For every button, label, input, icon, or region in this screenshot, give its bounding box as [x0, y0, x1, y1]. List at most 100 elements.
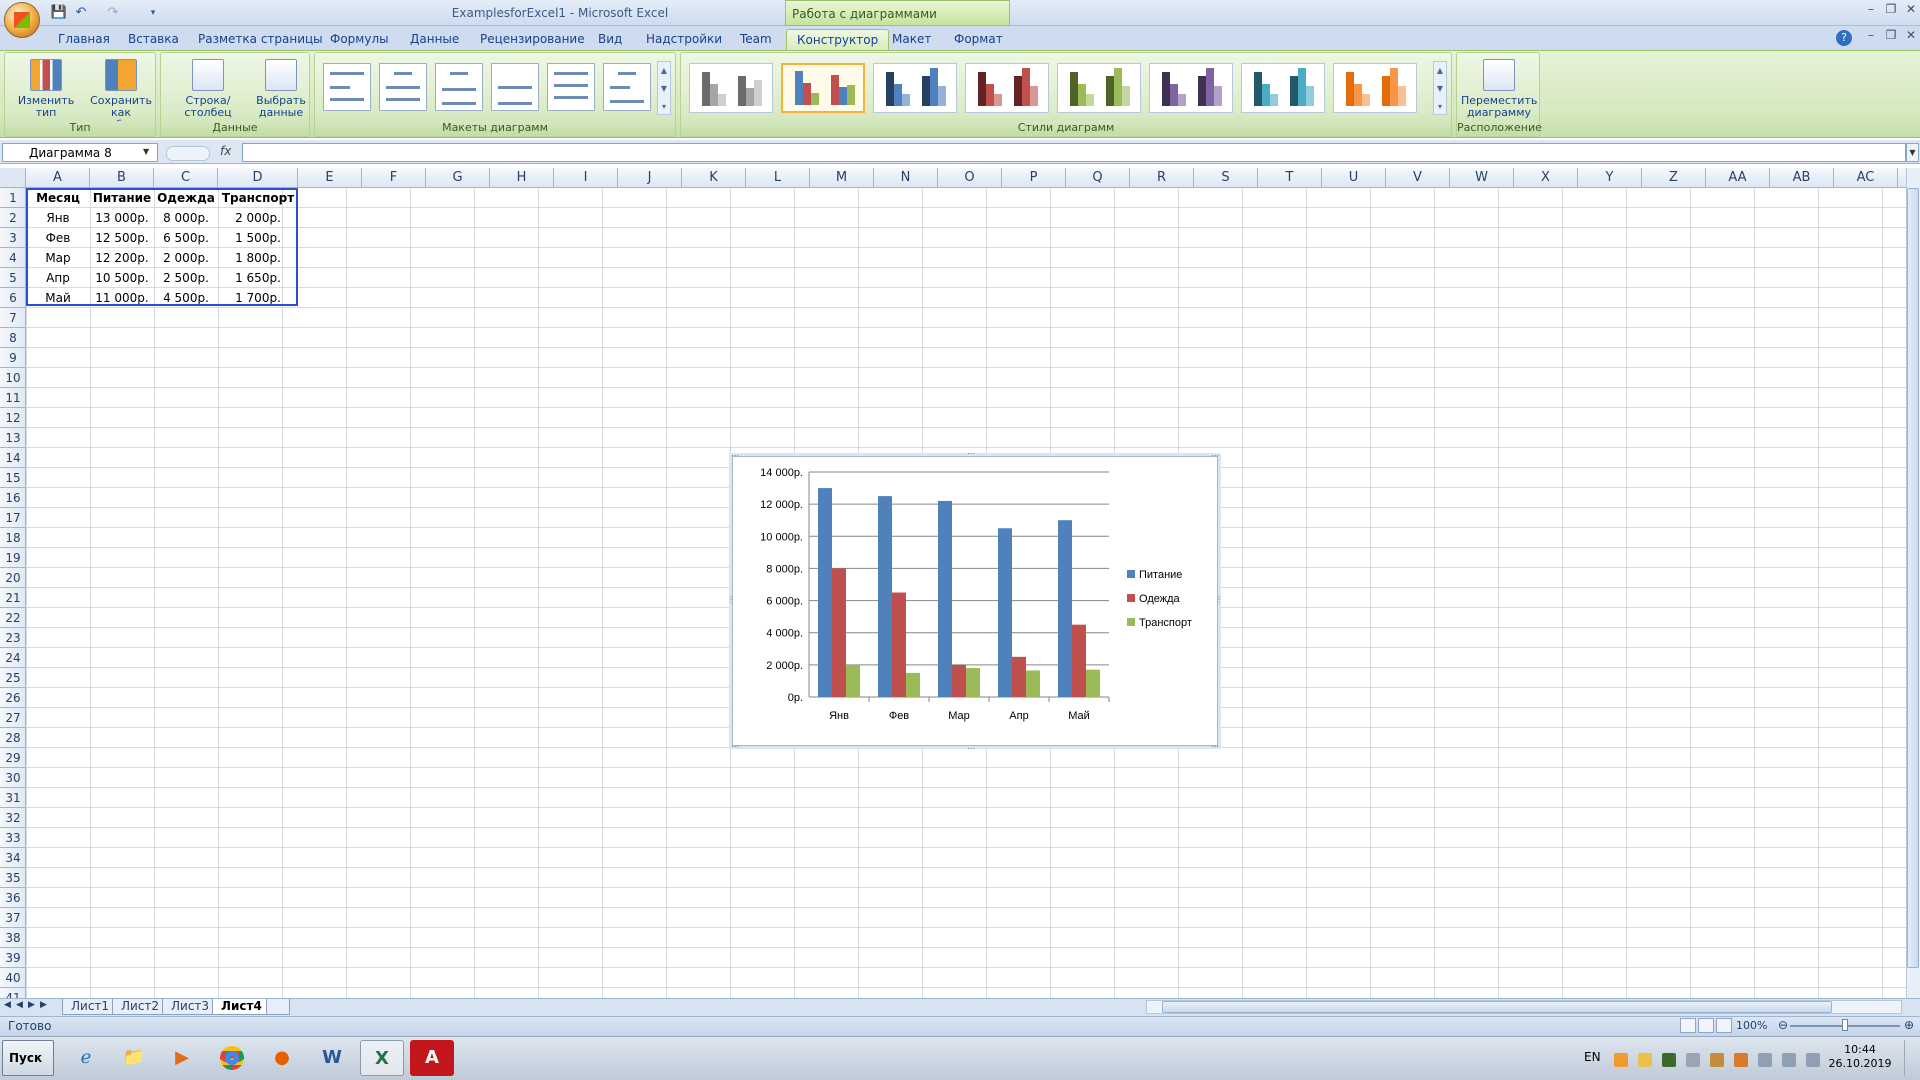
tray-nvidia-icon[interactable] — [1662, 1053, 1676, 1067]
row-header-32[interactable]: 32 — [0, 808, 26, 828]
change-chart-type-button[interactable]: Изменить тип диаграммы — [7, 59, 85, 131]
chart-layout-1[interactable] — [323, 63, 371, 111]
row-header-25[interactable]: 25 — [0, 668, 26, 688]
row-header-1[interactable]: 1 — [0, 188, 26, 208]
row-header-2[interactable]: 2 — [0, 208, 26, 228]
tab-design[interactable]: Конструктор — [786, 29, 890, 50]
column-header-G[interactable]: G — [426, 168, 490, 188]
row-header-9[interactable]: 9 — [0, 348, 26, 368]
row-header-36[interactable]: 36 — [0, 888, 26, 908]
language-indicator[interactable]: EN — [1584, 1050, 1601, 1064]
table-cell[interactable]: 1 650р. — [218, 268, 298, 288]
sheet-tab-4[interactable]: Лист4 — [212, 999, 271, 1015]
move-chart-button[interactable]: Переместить диаграмму — [1461, 59, 1537, 123]
save-as-template-button[interactable]: Сохранить как шаблон — [87, 59, 155, 131]
row-header-21[interactable]: 21 — [0, 588, 26, 608]
tab-view[interactable]: Вид — [588, 29, 632, 50]
resize-handle-n[interactable]: ⋯ — [967, 449, 975, 458]
row-header-15[interactable]: 15 — [0, 468, 26, 488]
column-header-D[interactable]: D — [218, 168, 298, 188]
table-cell[interactable]: 10 500р. — [90, 268, 154, 288]
row-header-10[interactable]: 10 — [0, 368, 26, 388]
media-player-icon[interactable]: ▶ — [160, 1040, 204, 1076]
row-header-38[interactable]: 38 — [0, 928, 26, 948]
chart-layout-6[interactable] — [603, 63, 651, 111]
table-cell[interactable]: Фев — [26, 228, 90, 248]
column-header-L[interactable]: L — [746, 168, 810, 188]
tray-update-icon[interactable] — [1734, 1053, 1748, 1067]
chrome-icon[interactable] — [210, 1040, 254, 1076]
column-header-R[interactable]: R — [1130, 168, 1194, 188]
insert-sheet-icon[interactable] — [266, 999, 290, 1015]
tray-app-icon[interactable] — [1614, 1053, 1628, 1067]
row-header-37[interactable]: 37 — [0, 908, 26, 928]
column-header-V[interactable]: V — [1386, 168, 1450, 188]
tray-network-icon[interactable] — [1782, 1053, 1796, 1067]
row-header-13[interactable]: 13 — [0, 428, 26, 448]
table-cell[interactable]: 1 500р. — [218, 228, 298, 248]
resize-handle-se[interactable]: ⋯ — [1211, 742, 1219, 751]
tab-addins[interactable]: Надстройки — [636, 29, 732, 50]
restore-icon[interactable]: ❐ — [1880, 2, 1902, 20]
table-cell[interactable]: 4 500р. — [154, 288, 218, 308]
acrobat-icon[interactable]: A — [410, 1040, 454, 1076]
tab-review[interactable]: Рецензирование — [470, 29, 595, 50]
table-header-cell[interactable]: Питание — [90, 188, 154, 208]
column-header-N[interactable]: N — [874, 168, 938, 188]
file-explorer-icon[interactable]: 📁 — [112, 1040, 156, 1076]
column-header-P[interactable]: P — [1002, 168, 1066, 188]
resize-handle-sw[interactable]: ⋯ — [731, 742, 739, 751]
column-header-I[interactable]: I — [554, 168, 618, 188]
row-header-17[interactable]: 17 — [0, 508, 26, 528]
chart-style-orange[interactable] — [1333, 63, 1417, 113]
row-header-5[interactable]: 5 — [0, 268, 26, 288]
tab-team[interactable]: Team — [730, 29, 782, 50]
column-header-E[interactable]: E — [298, 168, 362, 188]
chart-layout-5[interactable] — [547, 63, 595, 111]
table-cell[interactable]: 8 000р. — [154, 208, 218, 228]
column-header-K[interactable]: K — [682, 168, 746, 188]
table-header-cell[interactable]: Транспорт — [218, 188, 298, 208]
tab-page-layout[interactable]: Разметка страницы — [188, 29, 333, 50]
column-header-W[interactable]: W — [1450, 168, 1514, 188]
prev-sheet-icon[interactable]: ◀ — [16, 1000, 26, 1010]
row-header-31[interactable]: 31 — [0, 788, 26, 808]
save-icon[interactable]: 💾 — [50, 5, 68, 21]
redo-icon[interactable]: ↷ — [104, 5, 122, 21]
row-header-28[interactable]: 28 — [0, 728, 26, 748]
column-header-J[interactable]: J — [618, 168, 682, 188]
table-cell[interactable]: 2 000р. — [218, 208, 298, 228]
column-header-F[interactable]: F — [362, 168, 426, 188]
layouts-scroll-icon[interactable]: ▲ ▼ ▾ — [657, 61, 671, 115]
row-header-6[interactable]: 6 — [0, 288, 26, 308]
tray-device-icon[interactable] — [1686, 1053, 1700, 1067]
expand-formula-icon[interactable]: ▼ — [1906, 143, 1919, 162]
chart-style-blue[interactable] — [873, 63, 957, 113]
table-cell[interactable]: 13 000р. — [90, 208, 154, 228]
zoom-out-icon[interactable]: ⊖ — [1778, 1018, 1788, 1032]
last-sheet-icon[interactable]: ▶ — [40, 1000, 50, 1010]
insert-function-icon[interactable]: fx — [220, 144, 231, 158]
normal-view-icon[interactable] — [1680, 1018, 1696, 1033]
chart-style-red[interactable] — [965, 63, 1049, 113]
doc-minimize-icon[interactable]: – — [1860, 28, 1882, 46]
tab-insert[interactable]: Вставка — [118, 29, 189, 50]
resize-handle-w[interactable]: ⋮ — [727, 595, 735, 604]
row-header-7[interactable]: 7 — [0, 308, 26, 328]
row-header-4[interactable]: 4 — [0, 248, 26, 268]
show-desktop-button[interactable] — [1904, 1040, 1918, 1076]
table-cell[interactable]: Май — [26, 288, 90, 308]
customize-qat-icon[interactable]: ▾ — [144, 5, 162, 21]
chart-object[interactable]: 0р. 2 000р. 4 000р. 6 000р. 8 000р. 10 000р. 1… — [727, 449, 1223, 753]
row-header-23[interactable]: 23 — [0, 628, 26, 648]
chart-layout-3[interactable] — [435, 63, 483, 111]
row-header-14[interactable]: 14 — [0, 448, 26, 468]
zoom-in-icon[interactable]: ⊕ — [1904, 1018, 1914, 1032]
tab-data[interactable]: Данные — [400, 29, 469, 50]
chart-style-teal[interactable] — [1241, 63, 1325, 113]
minimize-icon[interactable]: – — [1860, 2, 1882, 20]
name-box-dropdown-icon[interactable]: ▼ — [143, 147, 149, 156]
column-header-H[interactable]: H — [490, 168, 554, 188]
column-header-T[interactable]: T — [1258, 168, 1322, 188]
table-cell[interactable]: Янв — [26, 208, 90, 228]
